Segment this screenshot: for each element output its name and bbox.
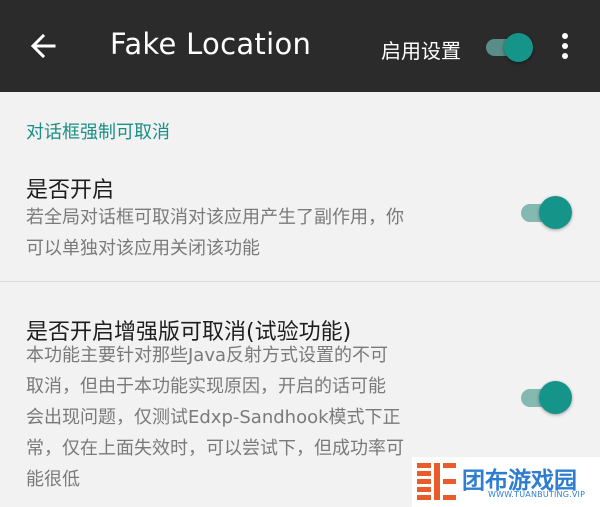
app-title: Fake Location <box>110 27 312 61</box>
desc-line: 若全局对话框可取消对该应用产生了副作用，你 <box>26 207 404 228</box>
watermark-logo-icon <box>417 463 457 501</box>
section-header: 对话框强制可取消 <box>26 122 170 143</box>
arrow-left-icon <box>30 33 56 59</box>
app-bar: Fake Location 启用设置 <box>0 0 600 92</box>
enable-settings-label: 启用设置 <box>381 39 461 63</box>
pref-switch-enable[interactable] <box>521 196 573 230</box>
switch-thumb <box>539 196 572 229</box>
desc-line: 可以单独对该应用关闭该功能 <box>26 238 260 259</box>
pref-desc-enhanced: 本功能主要针对那些Java反射方式设置的不可 取消，但由于本功能实现原因，开启的… <box>26 340 404 495</box>
switch-thumb <box>504 33 533 62</box>
switch-thumb <box>539 381 572 414</box>
pref-title-enable: 是否开启 <box>26 178 115 203</box>
divider <box>0 281 600 282</box>
enable-settings-switch[interactable] <box>486 33 534 62</box>
desc-line: 能很低 <box>26 469 80 490</box>
desc-line: 会出现问题，仅测试Edxp-Sandhook模式下正 <box>26 407 401 428</box>
back-button[interactable] <box>26 28 62 64</box>
watermark-url: WWW.TUANBUTING.VIP <box>488 490 586 499</box>
desc-line: 常，仅在上面失效时，可以尝试下，但成功率可 <box>26 438 404 459</box>
desc-line: 本功能主要针对那些Java反射方式设置的不可 <box>26 345 389 366</box>
more-vert-icon[interactable] <box>555 31 575 63</box>
pref-switch-enhanced[interactable] <box>521 381 573 415</box>
watermark: 团布游戏园 WWW.TUANBUTING.VIP <box>412 457 600 507</box>
pref-desc-enable: 若全局对话框可取消对该应用产生了副作用，你 可以单独对该应用关闭该功能 <box>26 202 404 264</box>
desc-line: 取消，但由于本功能实现原因，开启的话可能 <box>26 376 386 397</box>
